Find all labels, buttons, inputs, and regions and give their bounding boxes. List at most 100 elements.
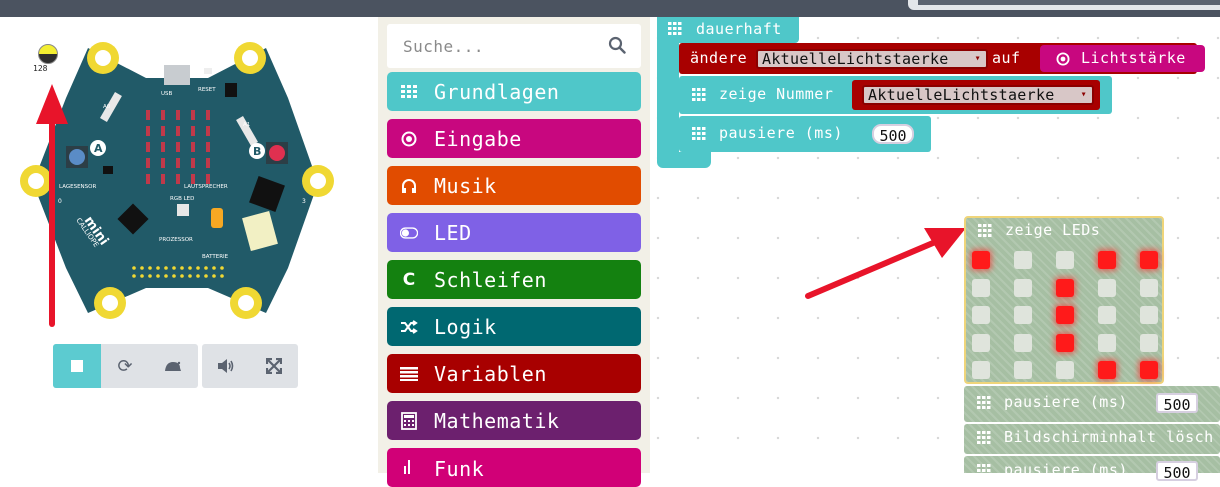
annotation-arrow-diagonal — [805, 228, 966, 299]
led-cell[interactable] — [972, 361, 990, 379]
annotation-arrow-up — [36, 84, 68, 327]
label-button-a: A — [94, 142, 103, 155]
label-a1: A1 — [243, 122, 250, 128]
led-cell[interactable] — [1098, 333, 1116, 352]
led-cell[interactable] — [1014, 306, 1032, 324]
category-logik[interactable]: Logik — [387, 307, 641, 346]
forever-block-label: dauerhaft — [696, 20, 782, 38]
category-musik[interactable]: Musik — [387, 166, 641, 205]
light-sensor-indicator[interactable] — [38, 44, 58, 64]
dropdown-arrow-icon: ▾ — [1080, 89, 1087, 100]
chip-small — [204, 68, 212, 74]
led-cell[interactable] — [1140, 333, 1158, 352]
light-level-label: Lichtstärke — [1081, 49, 1186, 67]
category-variablen[interactable]: Variablen — [387, 354, 641, 393]
led-cell[interactable] — [1098, 278, 1116, 297]
led-cell[interactable] — [1098, 306, 1116, 324]
mute-icon — [218, 359, 234, 373]
pause-duration-input[interactable]: 500 — [872, 124, 914, 145]
grid-icon — [977, 396, 991, 409]
led-cell[interactable] — [1014, 361, 1032, 379]
show-number-label: zeige Nummer — [719, 85, 834, 103]
label-rgb-led: RGB LED — [170, 196, 194, 202]
search-icon[interactable] — [608, 36, 626, 54]
pad-1[interactable] — [94, 287, 126, 319]
rgb-led — [177, 204, 189, 216]
led-cell[interactable] — [1140, 251, 1158, 269]
show-leds-block-body[interactable] — [964, 216, 1164, 384]
category-led[interactable]: LED — [387, 213, 641, 252]
mute-button[interactable] — [202, 344, 250, 388]
toggle-icon — [400, 224, 418, 242]
category-label: Mathematik — [434, 408, 560, 433]
restart-button[interactable]: ⟳ — [101, 344, 149, 388]
fullscreen-button[interactable] — [250, 344, 298, 388]
grid-icon — [692, 127, 706, 140]
led-cell[interactable] — [1140, 278, 1158, 297]
led-cell[interactable] — [1056, 251, 1074, 269]
led-cell[interactable] — [1014, 278, 1032, 297]
label-pad-1: 1 — [128, 295, 132, 302]
led-cell[interactable] — [972, 306, 990, 324]
led-cell[interactable] — [1056, 278, 1074, 297]
pad-3[interactable] — [302, 165, 334, 197]
category-label: Funk — [434, 457, 485, 481]
category-funk[interactable]: Funk — [387, 448, 641, 487]
position-sensor — [103, 166, 113, 174]
reset-button[interactable] — [225, 83, 237, 97]
dropdown-arrow-icon: ▾ — [974, 53, 981, 64]
stop-button[interactable] — [53, 344, 101, 388]
slow-mo-button[interactable] — [149, 344, 197, 388]
set-variable-prefix: ändere — [690, 49, 748, 67]
pause-duration-input[interactable]: 500 — [1156, 461, 1198, 482]
label-prozessor: PROZESSOR — [159, 237, 193, 243]
grid-icon — [977, 431, 991, 444]
category-label: LED — [434, 220, 472, 245]
headphones-icon — [400, 177, 418, 195]
led-cell[interactable] — [1098, 361, 1116, 379]
category-label: Musik — [434, 173, 497, 198]
grid-icon — [400, 83, 418, 101]
pad-minus[interactable] — [87, 42, 119, 74]
grid-icon — [977, 464, 991, 472]
radio-icon — [1056, 52, 1070, 66]
set-variable-middle: auf — [992, 49, 1021, 67]
category-schleifen[interactable]: C Schleifen — [387, 260, 641, 299]
restart-icon: ⟳ — [117, 355, 133, 377]
pause-duration-input[interactable]: 500 — [1156, 393, 1198, 414]
led-cell[interactable] — [1140, 361, 1158, 379]
led-cell[interactable] — [1098, 251, 1116, 269]
led-cell[interactable] — [972, 251, 990, 269]
led-cell[interactable] — [1014, 251, 1032, 269]
label-a0: A0 — [103, 104, 111, 110]
pad-2[interactable] — [230, 287, 262, 319]
category-label: Schleifen — [434, 267, 547, 292]
radio-icon — [400, 130, 418, 148]
variable-dropdown[interactable]: AktuelleLichtstaerke ▾ — [756, 49, 988, 69]
variable-dropdown[interactable]: AktuelleLichtstaerke ▾ — [862, 85, 1094, 105]
button-b[interactable] — [266, 142, 288, 164]
category-label: Eingabe — [434, 126, 522, 151]
led-cell[interactable] — [1056, 333, 1074, 352]
label-lautsprecher: LAUTSPRECHER — [184, 184, 228, 190]
led-cell[interactable] — [1056, 361, 1074, 379]
label-reset: RESET — [198, 87, 216, 93]
pause-label: pausiere (ms) — [1004, 393, 1128, 411]
led-cell[interactable] — [972, 333, 990, 352]
pad-plus[interactable] — [234, 42, 266, 74]
led-cell[interactable] — [1056, 306, 1074, 324]
pause-label: pausiere (ms) — [719, 124, 843, 142]
antenna-icon — [400, 457, 418, 475]
category-label: Grundlagen — [434, 79, 560, 104]
led-cell[interactable] — [1014, 333, 1032, 352]
label-pad-2: 2 — [222, 295, 226, 302]
fullscreen-icon — [266, 358, 282, 374]
led-cell[interactable] — [972, 278, 990, 297]
pause-label: pausiere (ms) — [1004, 461, 1128, 479]
category-mathematik[interactable]: Mathematik — [387, 401, 641, 440]
category-eingabe[interactable]: Eingabe — [387, 119, 641, 158]
category-grundlagen[interactable]: Grundlagen — [387, 72, 641, 111]
category-label: Variablen — [434, 361, 547, 386]
led-cell[interactable] — [1140, 306, 1158, 324]
clear-screen-label: Bildschirminhalt lösch — [1004, 428, 1214, 446]
